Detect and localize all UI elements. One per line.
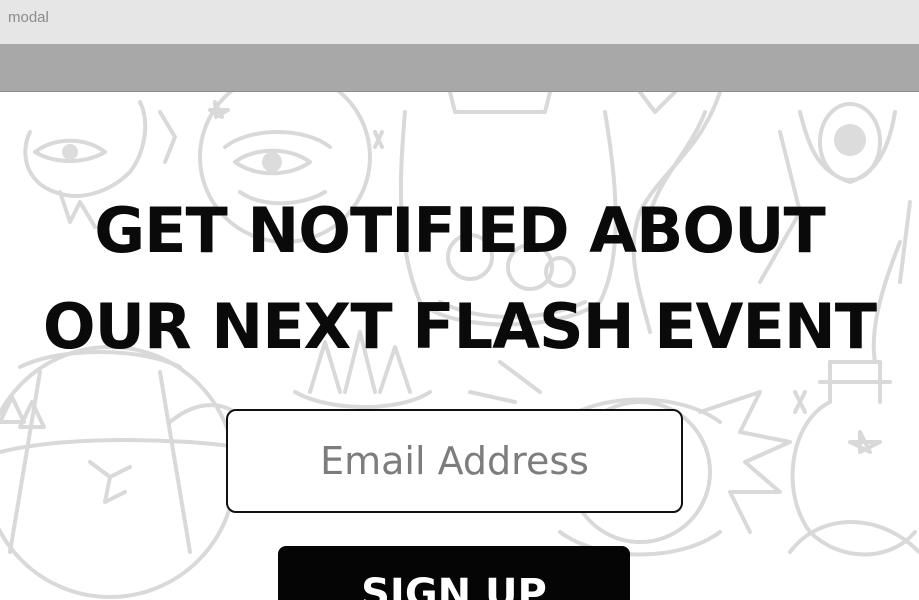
- window-title: modal: [8, 9, 49, 26]
- window-titlebar: modal: [0, 0, 919, 44]
- headline-line-2: OUR NEXT FLASH EVENT: [42, 290, 877, 363]
- header-bar: [0, 44, 919, 92]
- headline-line-1: GET NOTIFIED ABOUT: [94, 194, 825, 267]
- email-field[interactable]: [226, 409, 683, 513]
- modal-content: GET NOTIFIED ABOUT OUR NEXT FLASH EVENT …: [0, 92, 919, 600]
- sign-up-button[interactable]: SIGN UP: [278, 546, 630, 600]
